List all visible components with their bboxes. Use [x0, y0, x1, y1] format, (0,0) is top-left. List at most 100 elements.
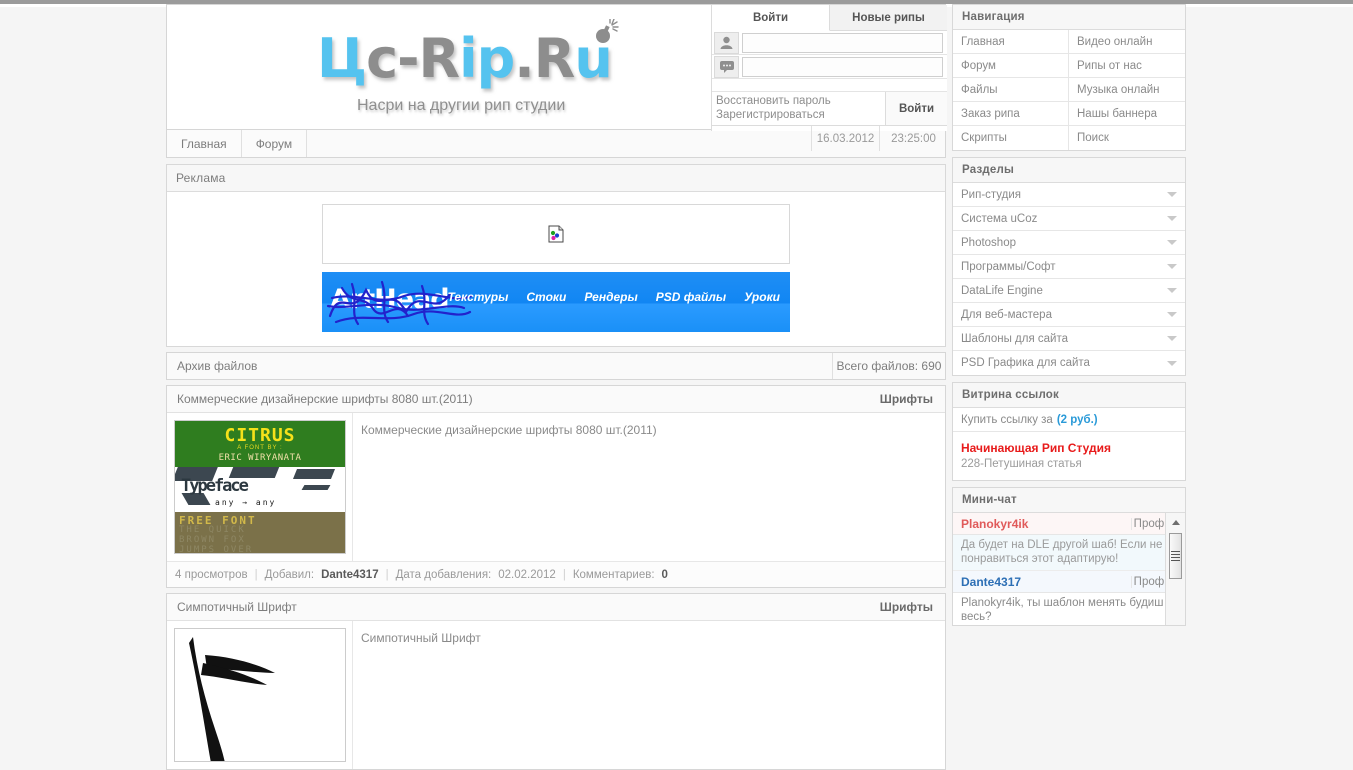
section-label: Система uCoz — [961, 212, 1038, 225]
chat-message: Да будет на DLE другой шаб! Если не понр… — [953, 535, 1185, 571]
meta-separator: | — [385, 568, 389, 581]
free-font-sample: FREE FONT THE QUICK BROWN FOX JUMPS OVER — [175, 512, 345, 554]
showcase-advert-title[interactable]: Начинающая Рип Студия — [961, 441, 1177, 455]
entry-item: Коммерческие дизайнерские шрифты 8080 шт… — [166, 385, 946, 588]
logo-area[interactable]: Цc-Rip.Ru Насри на другии рип студии — [167, 5, 711, 131]
sidebar-item-scripts[interactable]: Скрипты — [953, 126, 1069, 150]
sidebar-item-rips-from-us[interactable]: Рипы от нас — [1069, 54, 1185, 78]
sidebar-navigation-grid: Главная Видео онлайн Форум Рипы от нас Ф… — [953, 30, 1185, 150]
chat-user-row: Planokyr4ik Профиль — [953, 513, 1185, 535]
entry-description: Коммерческие дизайнерские шрифты 8080 шт… — [361, 423, 657, 437]
main-column: Цc-Rip.Ru Насри на другии рип студии Вой… — [166, 4, 947, 770]
entry-comments-count: 0 — [661, 568, 668, 581]
section-photoshop[interactable]: Photoshop — [953, 231, 1185, 255]
entry-added-by-label: Добавил: — [264, 568, 315, 581]
topnav-item-0[interactable]: Главная — [167, 130, 242, 157]
login-links: Восстановить пароль Зарегистрироваться — [712, 92, 885, 125]
font-preview-thumbnail — [174, 628, 346, 762]
username-row — [712, 31, 947, 55]
sidebar-navigation-title: Навигация — [953, 5, 1185, 30]
showcase-advert: Начинающая Рип Студия 228-Петушиная стат… — [953, 432, 1185, 480]
site-logo[interactable]: Цc-Rip.Ru — [317, 27, 613, 90]
banner-menu-item-3[interactable]: PSD файлы — [656, 290, 726, 304]
citrus-title: CITRUS — [224, 425, 296, 446]
entry-category[interactable]: Шрифты — [880, 392, 945, 406]
banner-menu-item-1[interactable]: Стоки — [526, 290, 566, 304]
section-label: Программы/Софт — [961, 260, 1056, 273]
site-header: Цc-Rip.Ru Насри на другии рип студии Вой… — [166, 4, 947, 151]
sidebar-item-music-online[interactable]: Музыка онлайн — [1069, 78, 1185, 102]
entry-meta: 4 просмотров | Добавил: Dante4317 | Дата… — [167, 561, 945, 587]
entry-title[interactable]: Коммерческие дизайнерские шрифты 8080 шт… — [167, 392, 880, 406]
buy-link-row[interactable]: Купить ссылку за (2 руб.) — [953, 408, 1185, 432]
entry-category[interactable]: Шрифты — [880, 600, 945, 614]
links-showcase-title: Витрина ссылок — [953, 383, 1185, 408]
chevron-down-icon — [1167, 312, 1177, 317]
minichat-panel: Мини-чат Planokyr4ik Профиль Да будет на… — [952, 487, 1186, 626]
typeface-sub: any → any — [215, 498, 277, 507]
section-label: DataLife Engine — [961, 284, 1043, 297]
entry-description: Симпотичный Шрифт — [361, 631, 481, 645]
ad-broken-image-slot[interactable] — [322, 204, 790, 264]
section-for-webmaster[interactable]: Для веб-мастера — [953, 303, 1185, 327]
banner-menu-item-4[interactable]: Уроки — [744, 290, 780, 304]
chat-user-row: Dante4317 Профиль — [953, 571, 1185, 593]
archive-title: Архив файлов — [177, 359, 258, 373]
advertisement-body: ArtHead Текстуры Стоки Рендеры PSD файлы… — [167, 192, 945, 346]
tab-new-rips[interactable]: Новые рипы — [830, 5, 947, 30]
buy-link-price: (2 руб.) — [1056, 413, 1098, 426]
sidebar-item-search[interactable]: Поиск — [1069, 126, 1185, 150]
chat-message: Planokyr4ik, ты шаблон менять будиш весь… — [953, 593, 1185, 625]
citrus-byline: A FONT BY : — [237, 445, 283, 451]
sidebar-navigation-panel: Навигация Главная Видео онлайн Форум Рип… — [952, 4, 1186, 151]
scrollbar-thumb[interactable] — [1169, 533, 1182, 579]
section-rip-studio[interactable]: Рип-студия — [953, 183, 1185, 207]
section-label: Шаблоны для сайта — [961, 332, 1068, 345]
sidebar-item-forum[interactable]: Форум — [953, 54, 1069, 78]
typeface-sample: Typeface any → any — [175, 467, 345, 512]
section-psd-graphics[interactable]: PSD Графика для сайта — [953, 351, 1185, 375]
password-input[interactable] — [742, 56, 943, 77]
meta-separator: | — [254, 568, 258, 581]
chat-username[interactable]: Dante4317 — [953, 575, 1131, 589]
scroll-up-arrow-icon[interactable] — [1166, 513, 1185, 531]
restore-password-link[interactable]: Восстановить пароль — [716, 94, 885, 108]
login-submit-button[interactable]: Войти — [885, 92, 947, 125]
banner-menu-item-2[interactable]: Рендеры — [584, 290, 637, 304]
ad-banner[interactable]: ArtHead Текстуры Стоки Рендеры PSD файлы… — [322, 272, 790, 332]
register-link[interactable]: Зарегистрироваться — [716, 108, 885, 122]
datetime-row: 16.03.2012 23:25:00 — [712, 126, 947, 151]
sidebar-item-our-banners[interactable]: Нашы баннера — [1069, 102, 1185, 126]
banner-menu-item-0[interactable]: Текстуры — [447, 290, 508, 304]
broken-image-icon — [548, 225, 564, 243]
chat-username[interactable]: Planokyr4ik — [953, 517, 1131, 531]
entry-body: Симпотичный Шрифт — [167, 621, 945, 769]
login-panel: Войти Новые рипы Восстановить пароль Зар… — [711, 5, 947, 151]
minichat-title: Мини-чат — [953, 488, 1185, 513]
entry-date: 02.02.2012 — [498, 568, 556, 581]
section-programs-soft[interactable]: Программы/Софт — [953, 255, 1185, 279]
sidebar-item-files[interactable]: Файлы — [953, 78, 1069, 102]
scrollbar-grip-icon — [1171, 549, 1180, 563]
minichat-scrollbar[interactable] — [1165, 513, 1185, 625]
current-time: 23:25:00 — [879, 126, 947, 151]
topnav-item-1[interactable]: Форум — [241, 130, 308, 157]
free-font-line-4: JUMPS OVER — [179, 545, 254, 554]
entry-thumb-cell[interactable] — [167, 621, 353, 769]
section-site-templates[interactable]: Шаблоны для сайта — [953, 327, 1185, 351]
entry-title[interactable]: Симпотичный Шрифт — [167, 600, 880, 614]
sidebar-item-order-rip[interactable]: Заказ рипа — [953, 102, 1069, 126]
username-input[interactable] — [742, 32, 943, 53]
login-spacer — [712, 79, 947, 92]
section-datalife-engine[interactable]: DataLife Engine — [953, 279, 1185, 303]
tab-login[interactable]: Войти — [712, 5, 830, 31]
bomb-icon — [596, 19, 619, 43]
section-ucoz[interactable]: Система uCoz — [953, 207, 1185, 231]
sidebar-item-glavnaya[interactable]: Главная — [953, 30, 1069, 54]
chevron-down-icon — [1167, 216, 1177, 221]
entry-added-by[interactable]: Dante4317 — [321, 569, 379, 581]
entry-thumb-cell[interactable]: CITRUS A FONT BY : ERIC WIRYANATA Typefa… — [167, 413, 353, 561]
sidebar-item-video-online[interactable]: Видео онлайн — [1069, 30, 1185, 54]
typeface-word: Typeface — [181, 476, 249, 496]
links-showcase-panel: Витрина ссылок Купить ссылку за (2 руб.)… — [952, 382, 1186, 481]
